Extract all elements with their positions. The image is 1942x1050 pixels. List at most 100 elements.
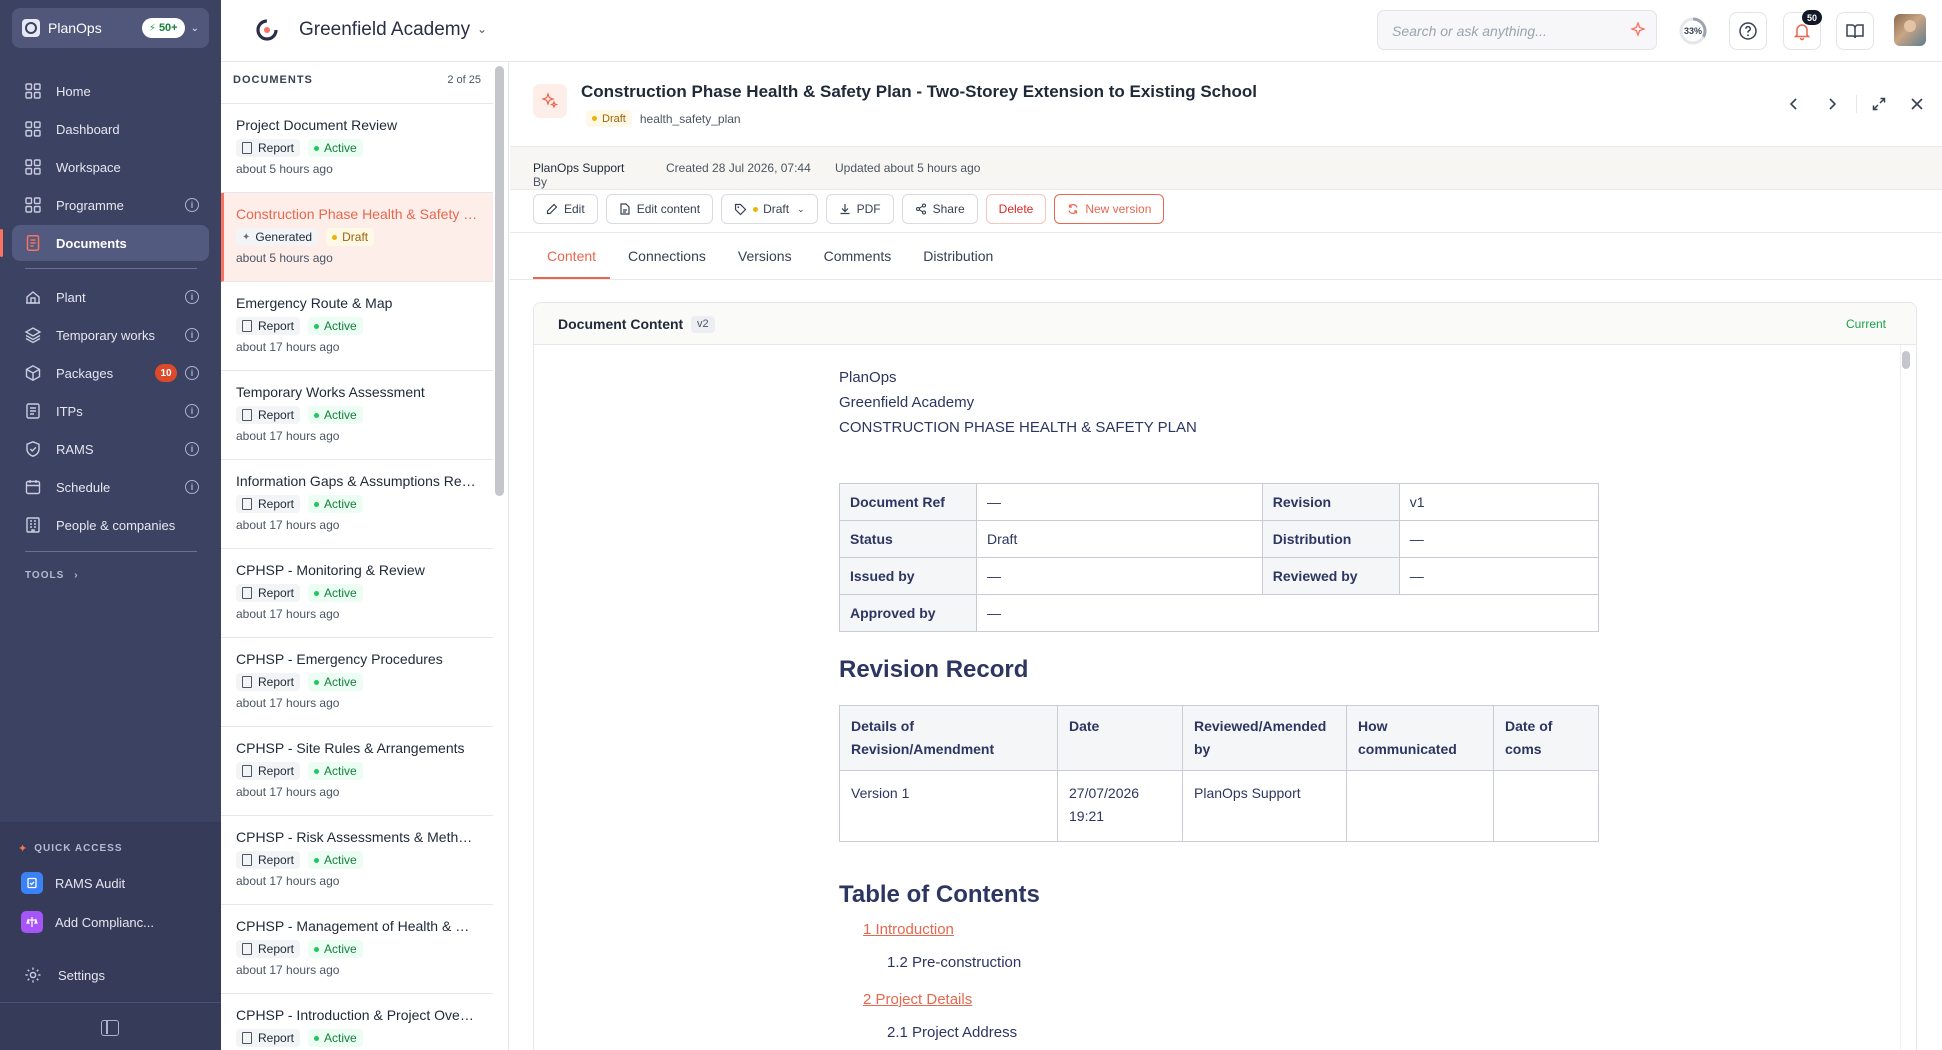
nav-schedule[interactable]: Schedule i: [12, 469, 209, 505]
table-cell-label: Issued by: [839, 557, 977, 595]
list-item-title: CPHSP - Risk Assessments & Method Statem…: [236, 829, 478, 845]
settings-link[interactable]: Settings: [24, 966, 105, 984]
tab-distribution[interactable]: Distribution: [909, 233, 1007, 279]
list-item[interactable]: CPHSP - Risk Assessments & Method Statem…: [221, 816, 493, 905]
nav-plant[interactable]: Plant i: [12, 279, 209, 315]
quick-access-header: ✦ QUICK ACCESS: [18, 842, 123, 855]
avatar[interactable]: [1894, 14, 1926, 46]
list-item[interactable]: Temporary Works Assessment Report Active …: [221, 371, 493, 460]
project-name[interactable]: Greenfield Academy: [299, 19, 470, 41]
toc-link[interactable]: 1 Introduction: [863, 921, 954, 938]
new-version-button[interactable]: New version: [1054, 194, 1165, 224]
edit-button[interactable]: Edit: [533, 194, 598, 224]
rams-audit-icon: [21, 872, 43, 894]
nav-workspace[interactable]: Workspace: [12, 149, 209, 185]
nav-temporary-works[interactable]: Temporary works i: [12, 317, 209, 353]
nav-dashboard[interactable]: Dashboard: [12, 111, 209, 147]
nav-programme[interactable]: Programme i: [12, 187, 209, 223]
progress-ring[interactable]: 33%: [1678, 16, 1708, 46]
quick-access-add-compliance[interactable]: Add Complianc...: [21, 911, 154, 933]
collapse-sidebar-icon[interactable]: [101, 1020, 119, 1036]
nav-label: Dashboard: [56, 121, 120, 137]
chevron-left-icon[interactable]: [1786, 96, 1802, 112]
toc-link[interactable]: 2 Project Details: [863, 991, 972, 1008]
search-input[interactable]: Search or ask anything...: [1377, 10, 1657, 50]
help-button[interactable]: [1729, 12, 1767, 50]
list-item[interactable]: CPHSP - Introduction & Project Overview …: [221, 994, 493, 1050]
list-item-title: Construction Phase Health & Safety Plan …: [236, 206, 478, 222]
list-item-time: about 17 hours ago: [236, 607, 340, 621]
table-header: Details of Revision/Amendment: [839, 705, 1058, 771]
nav-label: Programme: [56, 197, 124, 213]
info-icon[interactable]: i: [185, 404, 199, 418]
status-dot: [753, 206, 759, 212]
info-icon[interactable]: i: [185, 442, 199, 456]
document-list-count: 2 of 25: [447, 74, 481, 86]
nav-itps[interactable]: ITPs i: [12, 393, 209, 429]
table-cell: —: [976, 483, 1263, 521]
quick-access-rams-audit[interactable]: RAMS Audit: [21, 872, 125, 894]
nav-home[interactable]: Home: [12, 73, 209, 109]
edit-content-button[interactable]: Edit content: [605, 194, 714, 224]
list-item[interactable]: CPHSP - Monitoring & Review Report Active…: [221, 549, 493, 638]
info-icon[interactable]: i: [185, 198, 199, 212]
document-tabs: Content Connections Versions Comments Di…: [533, 233, 1011, 279]
type-badge: Report: [236, 1029, 301, 1047]
chevron-down-icon[interactable]: ⌄: [477, 22, 487, 36]
list-item[interactable]: Information Gaps & Assumptions Register …: [221, 460, 493, 549]
expand-icon[interactable]: [1871, 96, 1887, 112]
scrollbar[interactable]: [495, 66, 504, 496]
help-icon: [1739, 22, 1757, 40]
list-item[interactable]: Project Document Review Report Active abo…: [221, 104, 493, 193]
ai-generated-icon: [533, 84, 567, 118]
tab-comments[interactable]: Comments: [810, 233, 906, 279]
share-icon: [915, 203, 926, 215]
status-dropdown-label: Draft: [763, 202, 790, 216]
tab-connections[interactable]: Connections: [614, 233, 720, 279]
pdf-label: PDF: [856, 202, 881, 216]
info-icon[interactable]: i: [185, 328, 199, 342]
document-content-header: Document Content v2 Current: [534, 303, 1916, 345]
info-icon[interactable]: i: [185, 366, 199, 380]
notifications-button[interactable]: 50: [1783, 10, 1822, 50]
search-placeholder: Search or ask anything...: [1392, 23, 1547, 39]
app-logo-icon[interactable]: [253, 16, 281, 44]
close-icon[interactable]: [1909, 96, 1925, 112]
status-dropdown[interactable]: Draft ⌄: [721, 194, 818, 224]
nav-people-companies[interactable]: People & companies: [12, 507, 209, 543]
header-divider: [1856, 95, 1857, 113]
toc-subitem: 2.1 Project Address: [887, 1024, 1018, 1041]
chevron-right-icon[interactable]: [1824, 96, 1840, 112]
share-button[interactable]: Share: [901, 194, 978, 224]
list-item[interactable]: Emergency Route & Map Report Active about…: [221, 282, 493, 371]
tools-toggle[interactable]: TOOLS ›: [25, 570, 79, 581]
workspace-switcher[interactable]: PlanOps ⚡ 50+ ⌄: [12, 8, 209, 48]
list-item[interactable]: CPHSP - Management of Health & Safety Re…: [221, 905, 493, 994]
list-item[interactable]: CPHSP - Site Rules & Arrangements Report…: [221, 727, 493, 816]
version-badge: v2: [691, 316, 715, 333]
revision-heading: Revision Record: [839, 656, 1029, 683]
nav-documents[interactable]: Documents: [0, 225, 209, 261]
pdf-button[interactable]: PDF: [825, 194, 894, 224]
toc-item[interactable]: 1 Introduction: [863, 921, 954, 938]
toc-item: 1.2 Pre-construction: [887, 954, 1021, 971]
progress-label: 33%: [1683, 26, 1702, 36]
table-cell-label: Status: [839, 520, 977, 558]
list-item-selected[interactable]: Construction Phase Health & Safety Plan …: [221, 193, 493, 282]
toc-item[interactable]: 2 Project Details: [863, 991, 972, 1008]
nav-packages[interactable]: Packages 10 i: [12, 355, 209, 391]
delete-button[interactable]: Delete: [985, 194, 1047, 224]
list-item[interactable]: CPHSP - Emergency Procedures Report Activ…: [221, 638, 493, 727]
info-icon[interactable]: i: [185, 480, 199, 494]
tab-content[interactable]: Content: [533, 233, 611, 279]
nav-rams[interactable]: RAMS i: [12, 431, 209, 467]
tab-versions[interactable]: Versions: [724, 233, 806, 279]
sparkle-icon: ✦: [18, 843, 29, 855]
share-label: Share: [932, 202, 965, 216]
docs-button[interactable]: [1836, 12, 1874, 50]
scrollbar[interactable]: [1902, 351, 1910, 369]
chevron-down-icon: ⌄: [797, 203, 805, 214]
table-cell: [1346, 770, 1494, 842]
list-item-time: about 17 hours ago: [236, 696, 340, 710]
info-icon[interactable]: i: [185, 290, 199, 304]
